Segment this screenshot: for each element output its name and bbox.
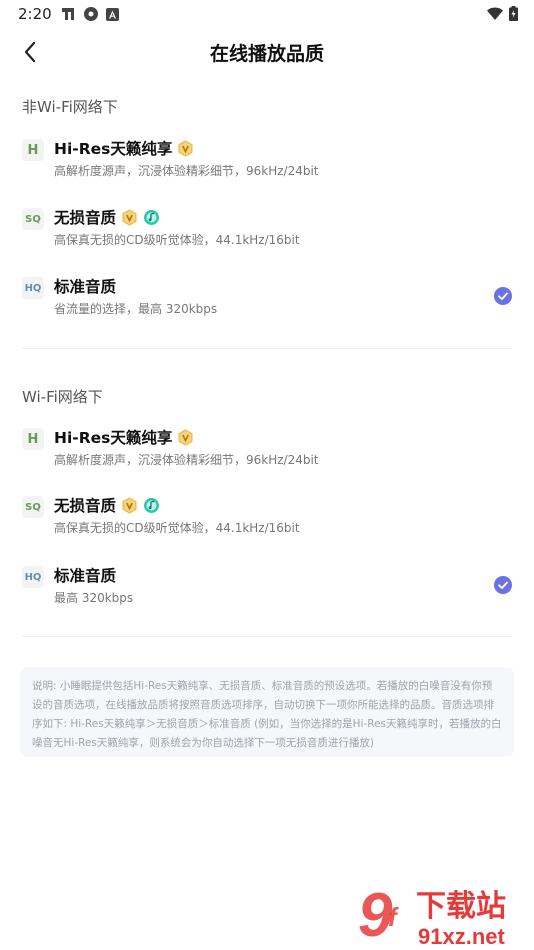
watermark-domain: 91xz.net (418, 924, 505, 949)
option-name-wrap: Hi-Res天籁纯享 (54, 426, 194, 448)
explanation-text: 说明: 小睡眠提供包括Hi-Res天籁纯享、无损音质、标准音质的预设选项。若播放… (32, 680, 502, 749)
option-hires-non-wifi[interactable]: H Hi-Res天籁纯享 高解析度源声，沉浸体验精彩细节，96kHz/24bit (0, 137, 534, 197)
option-name: 标准音质 (54, 278, 117, 296)
hires-badge-icon: H (22, 428, 44, 450)
music-icon (144, 209, 160, 225)
page-title: 在线播放品质 (209, 43, 324, 65)
option-standard-non-wifi[interactable]: HQ 标准音质 省流量的选择，最高 320kbps (0, 275, 534, 335)
option-name-wrap: 标准音质 (54, 564, 116, 586)
explanation-box: 说明: 小睡眠提供包括Hi-Res天籁纯享、无损音质、标准音质的预设选项。若播放… (20, 667, 514, 757)
vip-icon (122, 496, 137, 514)
music-icon (144, 497, 160, 513)
section-divider (22, 348, 512, 349)
svg-text:f: f (388, 902, 399, 932)
option-name: 标准音质 (54, 567, 117, 585)
status-bar: 2:20 (0, 0, 534, 28)
check-icon (494, 287, 512, 305)
option-standard-wifi[interactable]: HQ 标准音质 最高 320kbps (0, 564, 534, 624)
vip-icon (178, 428, 193, 446)
option-name-wrap: Hi-Res天籁纯享 (54, 137, 194, 159)
option-desc: 最高 320kbps (54, 591, 134, 605)
option-lossless-wifi[interactable]: SQ 无损音质 高保真无损的CD级听觉体验，44.1kHz/16bit (0, 494, 534, 554)
settings-notification-icon (84, 7, 98, 21)
option-name-wrap: 标准音质 (54, 275, 116, 297)
system-icons (487, 6, 518, 21)
option-desc: 高保真无损的CD级听觉体验，44.1kHz/16bit (54, 521, 300, 535)
vip-icon (178, 139, 193, 157)
option-lossless-non-wifi[interactable]: SQ 无损音质 高保真无损的CD级听觉体验，44.1kHz/16bit (0, 206, 534, 266)
option-desc: 高保真无损的CD级听觉体验，44.1kHz/16bit (54, 233, 300, 247)
sq-badge-icon: SQ (22, 208, 44, 230)
wifi-icon (487, 7, 503, 20)
watermark-logo: 9 f 下载站 91xz.net (358, 878, 532, 950)
option-hires-wifi[interactable]: H Hi-Res天籁纯享 高解析度源声，沉浸体验精彩细节，96kHz/24bit (0, 426, 534, 486)
section-divider (22, 636, 512, 637)
status-time: 2:20 (18, 5, 52, 23)
option-name: Hi-Res天籁纯享 (54, 429, 173, 447)
section-label-wifi: Wi-Fi网络下 (22, 388, 103, 406)
hq-badge-icon: HQ (22, 566, 44, 588)
watermark-graphic: 9 f 下载站 91xz.net (358, 881, 506, 950)
nav-bar: 在线播放品质 (0, 28, 534, 78)
check-icon (494, 576, 512, 594)
hires-badge-icon: H (22, 139, 44, 161)
watermark-brand: 下载站 (416, 889, 506, 924)
option-name-wrap: 无损音质 (54, 206, 160, 228)
hq-badge-icon: HQ (22, 277, 44, 299)
option-name: 无损音质 (54, 209, 117, 227)
notification-icons (60, 6, 119, 22)
option-name: Hi-Res天籁纯享 (54, 140, 173, 158)
vip-icon (122, 208, 137, 226)
sq-badge-icon: SQ (22, 496, 44, 518)
option-desc: 高解析度源声，沉浸体验精彩细节，96kHz/24bit (54, 164, 319, 178)
a-notification-icon (106, 7, 119, 21)
option-desc: 高解析度源声，沉浸体验精彩细节，96kHz/24bit (54, 453, 319, 467)
option-name-wrap: 无损音质 (54, 494, 160, 516)
battery-icon (509, 6, 518, 21)
app-notification-icon (62, 8, 74, 20)
option-name: 无损音质 (54, 497, 117, 515)
option-desc: 省流量的选择，最高 320kbps (54, 302, 218, 316)
section-label-non-wifi: 非Wi-Fi网络下 (22, 98, 118, 116)
